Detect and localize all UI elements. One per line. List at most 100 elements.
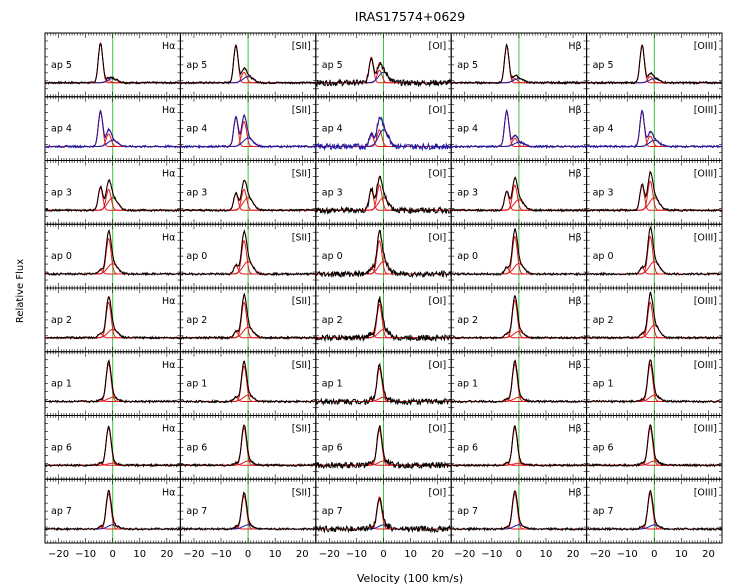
line-label: [SII] bbox=[292, 296, 311, 307]
panel-ap3-0: ap 3 Hα bbox=[44, 160, 181, 225]
aperture-label: ap 3 bbox=[186, 187, 207, 198]
panel-ap3-1: ap 3 [SII] bbox=[179, 160, 317, 225]
panel-ap7-3: ap 7 Hβ bbox=[450, 478, 588, 544]
line-label: Hβ bbox=[568, 41, 581, 52]
panel-ap0-2: ap 0 [OI] bbox=[315, 223, 452, 289]
line-label: [OIII] bbox=[694, 232, 717, 243]
aperture-label: ap 3 bbox=[593, 187, 614, 198]
aperture-label: ap 0 bbox=[457, 251, 478, 262]
aperture-label: ap 2 bbox=[457, 315, 478, 326]
line-label: Hα bbox=[162, 487, 175, 498]
aperture-label: ap 0 bbox=[593, 251, 614, 262]
aperture-label: ap 2 bbox=[322, 315, 343, 326]
line-label: Hβ bbox=[568, 487, 581, 498]
panel-ap3-3: ap 3 Hβ bbox=[450, 160, 588, 225]
aperture-label: ap 4 bbox=[593, 124, 614, 135]
line-label: Hβ bbox=[568, 296, 581, 307]
line-label: Hα bbox=[162, 232, 175, 243]
aperture-label: ap 1 bbox=[457, 379, 478, 390]
panel-ap1-2: ap 1 [OI] bbox=[315, 351, 452, 416]
panel-ap3-4: ap 3 [OIII] bbox=[586, 160, 723, 225]
panel-ap0-0: ap 0 Hα bbox=[44, 223, 181, 289]
line-label: Hα bbox=[162, 360, 175, 371]
panel-ap2-2: ap 2 [OI] bbox=[315, 287, 452, 353]
x-axis-label: Velocity (100 km/s) bbox=[357, 572, 463, 585]
aperture-label: ap 4 bbox=[51, 124, 72, 135]
line-label: [OIII] bbox=[694, 424, 717, 435]
panel-ap0-1: ap 0 [SII] bbox=[179, 223, 317, 289]
line-label: Hα bbox=[162, 424, 175, 435]
aperture-label: ap 6 bbox=[593, 442, 614, 453]
aperture-label: ap 4 bbox=[457, 124, 478, 135]
aperture-label: ap 5 bbox=[593, 60, 614, 71]
aperture-label: ap 7 bbox=[186, 506, 207, 517]
aperture-label: ap 7 bbox=[322, 506, 343, 517]
panel-ap0-3: ap 0 Hβ bbox=[450, 223, 588, 289]
panel-ap2-3: ap 2 Hβ bbox=[450, 287, 588, 353]
aperture-label: ap 1 bbox=[51, 379, 72, 390]
line-label: Hα bbox=[162, 169, 175, 180]
aperture-label: ap 2 bbox=[186, 315, 207, 326]
line-label: Hβ bbox=[568, 424, 581, 435]
line-label: [SII] bbox=[292, 169, 311, 180]
line-label: [SII] bbox=[292, 105, 311, 116]
aperture-label: ap 5 bbox=[322, 60, 343, 71]
panel-ap4-0: ap 4 Hα bbox=[44, 96, 181, 161]
aperture-label: ap 5 bbox=[51, 60, 72, 71]
line-label: [OIII] bbox=[694, 105, 717, 116]
line-label: Hβ bbox=[568, 105, 581, 116]
aperture-label: ap 0 bbox=[186, 251, 207, 262]
line-label: [OIII] bbox=[694, 41, 717, 52]
panel-ap7-0: ap 7 Hα bbox=[44, 478, 181, 544]
line-label: [OI] bbox=[428, 487, 446, 498]
panel-ap1-0: ap 1 Hα bbox=[44, 351, 181, 416]
line-label: Hβ bbox=[568, 360, 581, 371]
aperture-label: ap 1 bbox=[322, 379, 343, 390]
panel-grid: ap 5Hαap 5[SII]ap 5[OI]ap 5Hβap 5[OIII]a… bbox=[44, 32, 723, 560]
line-label: Hβ bbox=[568, 169, 581, 180]
panel-ap4-2: ap 4 [OI] bbox=[315, 96, 452, 161]
panel-ap4-3: ap 4 Hβ bbox=[450, 96, 588, 161]
panel-ap6-1: ap 6 [SII] bbox=[179, 415, 317, 480]
line-label: [OI] bbox=[428, 232, 446, 243]
line-label: [SII] bbox=[292, 41, 311, 52]
line-label: [SII] bbox=[292, 487, 311, 498]
panel-ap5-3: ap 5 Hβ bbox=[450, 32, 588, 98]
line-label: [OI] bbox=[428, 296, 446, 307]
aperture-label: ap 7 bbox=[51, 506, 72, 517]
panel-ap6-4: ap 6 [OIII] bbox=[586, 415, 723, 480]
line-label: Hβ bbox=[568, 232, 581, 243]
line-label: [OI] bbox=[428, 105, 446, 116]
line-label: [SII] bbox=[292, 360, 311, 371]
line-label: Hα bbox=[162, 41, 175, 52]
aperture-label: ap 2 bbox=[51, 315, 72, 326]
line-label: [SII] bbox=[292, 232, 311, 243]
line-label: [OIII] bbox=[694, 169, 717, 180]
panel-ap6-2: ap 6 [OI] bbox=[315, 415, 452, 480]
aperture-label: ap 6 bbox=[186, 442, 207, 453]
aperture-label: ap 1 bbox=[186, 379, 207, 390]
panel-ap7-4: ap 7[OIII] bbox=[586, 478, 723, 544]
aperture-label: ap 1 bbox=[593, 379, 614, 390]
aperture-label: ap 6 bbox=[51, 442, 72, 453]
aperture-label: ap 3 bbox=[51, 187, 72, 198]
line-label: Hα bbox=[162, 296, 175, 307]
aperture-label: ap 4 bbox=[322, 124, 343, 135]
line-label: [OIII] bbox=[694, 360, 717, 371]
panel-ap6-0: ap 6 Hα bbox=[44, 415, 181, 480]
spectra-figure: IRAS17574+0629 Relative Flux Velocity (1… bbox=[15, 9, 723, 585]
panel-ap2-0: ap 2 Hα bbox=[44, 287, 181, 353]
line-label: [OIII] bbox=[694, 296, 717, 307]
panel-ap1-1: ap 1 [SII] bbox=[179, 351, 317, 416]
panel-ap5-0: ap 5 Hα bbox=[44, 32, 181, 98]
aperture-label: ap 4 bbox=[186, 124, 207, 135]
aperture-label: ap 3 bbox=[322, 187, 343, 198]
aperture-label: ap 3 bbox=[457, 187, 478, 198]
line-label: [OI] bbox=[428, 424, 446, 435]
chart-title: IRAS17574+0629 bbox=[355, 9, 465, 24]
panel-ap3-2: ap 3 [OI] bbox=[315, 160, 452, 225]
panel-ap4-4: ap 4 [OIII] bbox=[586, 96, 723, 161]
aperture-label: ap 5 bbox=[186, 60, 207, 71]
panel-ap2-4: ap 2 [OIII] bbox=[586, 287, 723, 353]
panel-ap2-1: ap 2 [SII] bbox=[179, 287, 317, 353]
